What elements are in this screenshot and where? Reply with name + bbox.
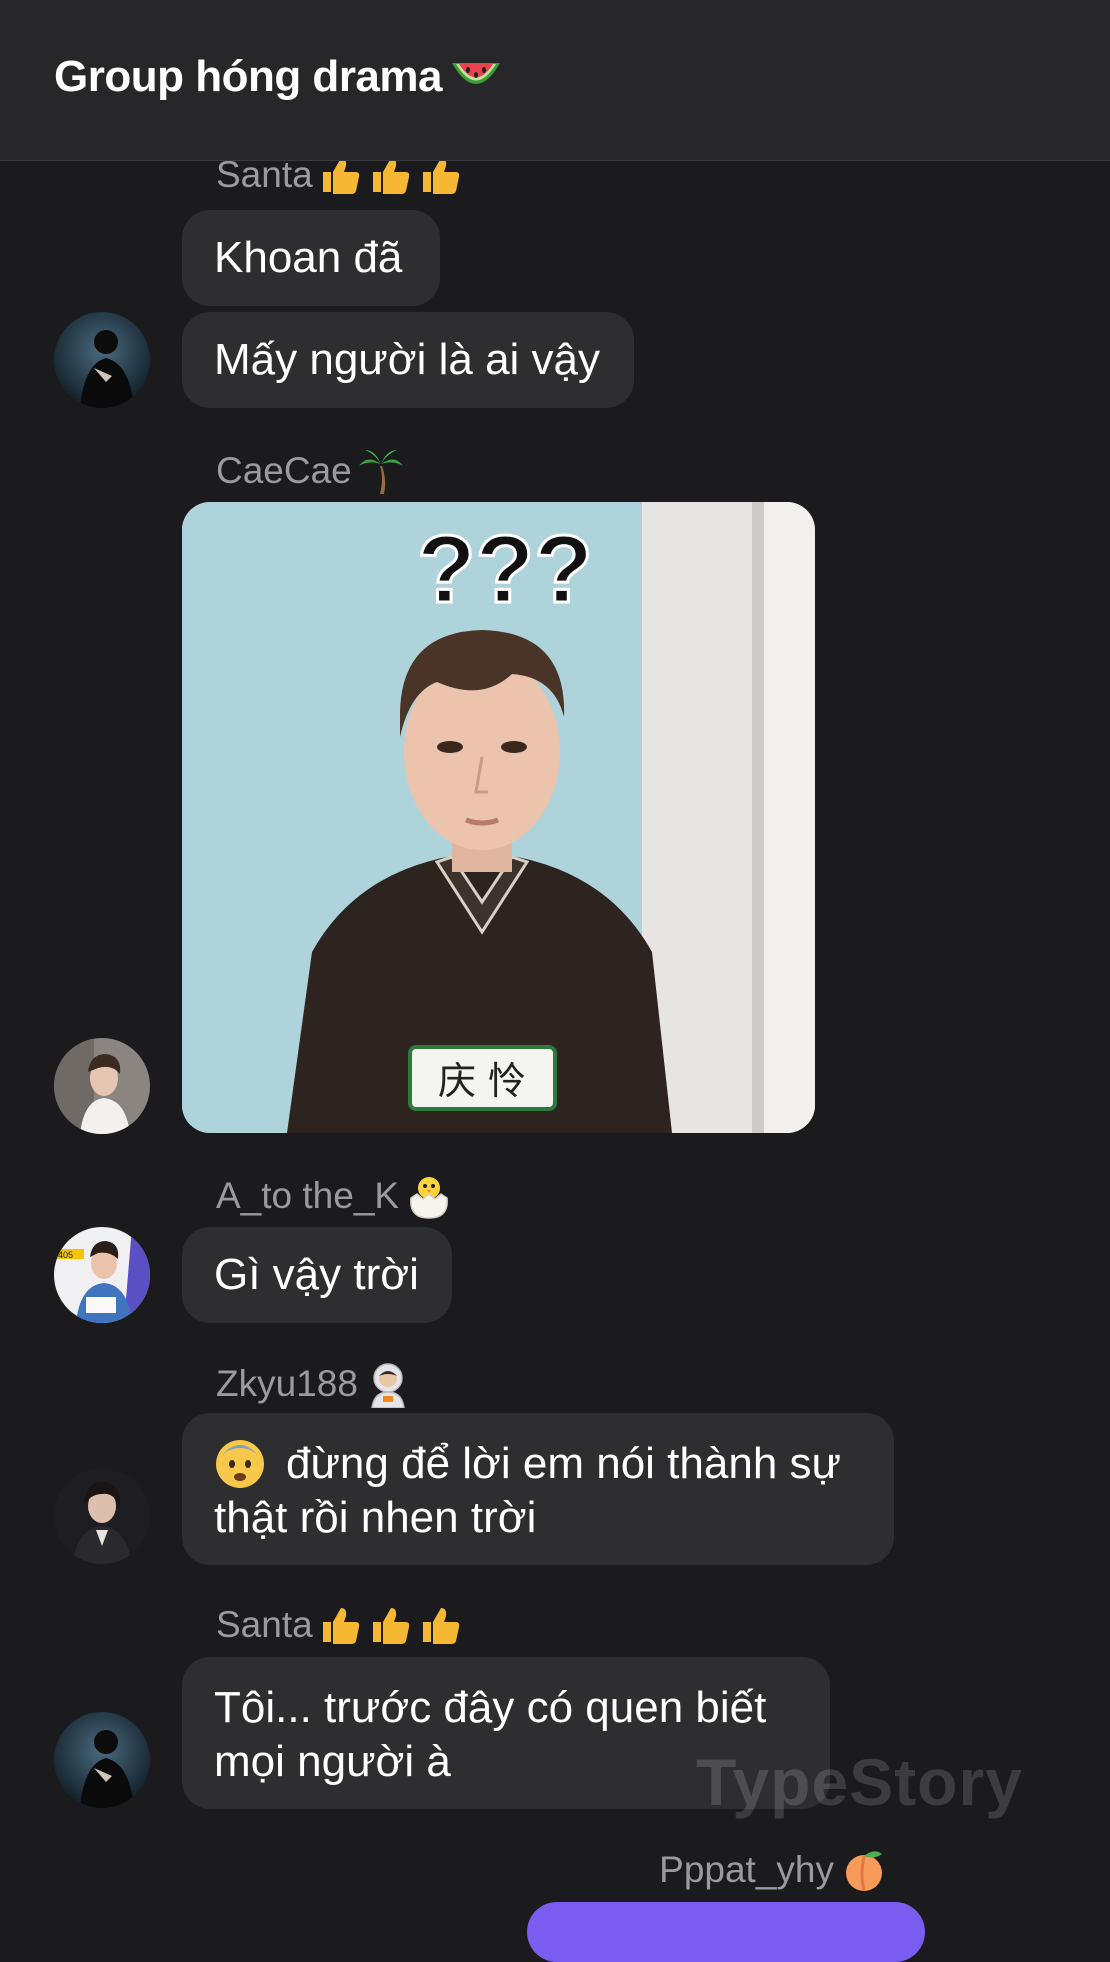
avatar[interactable] xyxy=(54,1468,150,1564)
avatar[interactable] xyxy=(54,1038,150,1134)
message-bubble[interactable]: Gì vậy trời xyxy=(182,1227,452,1323)
message-bubble[interactable]: đừng để lời em nói thành sự thật rồi nhe… xyxy=(182,1413,894,1565)
astronaut-icon xyxy=(364,1360,412,1408)
peach-icon xyxy=(840,1846,888,1894)
watermelon-icon xyxy=(448,55,504,99)
fearful-face-icon xyxy=(214,1438,266,1490)
shared-image[interactable]: ??? 庆 怜 xyxy=(182,502,815,1133)
sender-name: CaeCae xyxy=(216,448,404,494)
sender-name: Pppat_yhy xyxy=(659,1846,888,1894)
watermark: TypeStory xyxy=(696,1745,1023,1819)
sender-name: Santa xyxy=(216,1604,469,1646)
chat-header: Group hóng drama xyxy=(0,0,1110,161)
group-title-text: Group hóng drama xyxy=(54,52,443,101)
avatar[interactable] xyxy=(54,1712,150,1808)
avatar[interactable] xyxy=(54,312,150,408)
palm-tree-icon xyxy=(358,448,404,494)
avatar[interactable]: 405 xyxy=(54,1227,150,1323)
svg-text:405: 405 xyxy=(58,1250,73,1260)
message-bubble[interactable]: Mấy người là ai vậy xyxy=(182,312,634,408)
outgoing-message-bubble[interactable] xyxy=(527,1902,925,1962)
message-bubble[interactable]: Khoan đã xyxy=(182,210,440,306)
hatching-chick-icon xyxy=(405,1172,453,1220)
thumbs-up-icon xyxy=(319,1604,469,1646)
sender-name: Zkyu188 xyxy=(216,1360,412,1408)
question-marks: ??? xyxy=(417,516,593,623)
sender-name: A_to the_K xyxy=(216,1172,453,1220)
group-title[interactable]: Group hóng drama xyxy=(54,52,504,102)
name-badge-text: 庆 怜 xyxy=(438,1059,526,1103)
